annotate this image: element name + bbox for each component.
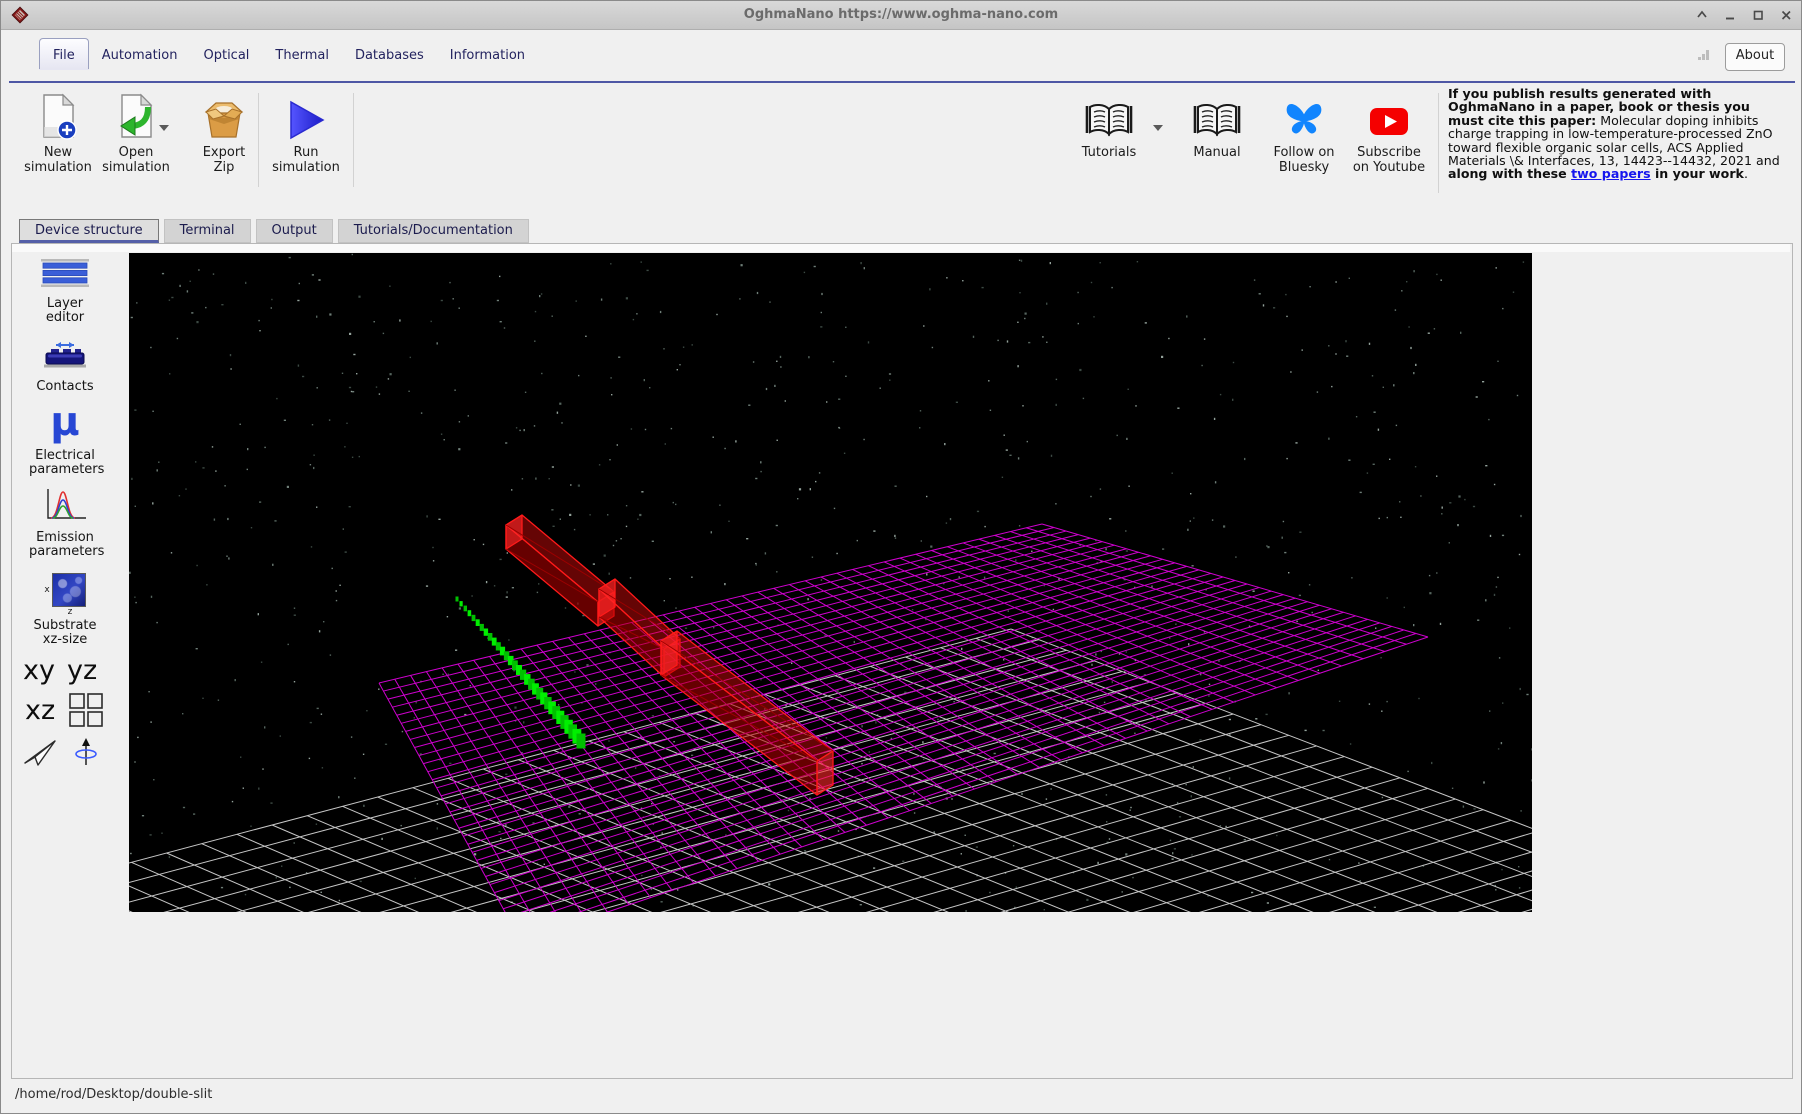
view-xz-button[interactable]: xz bbox=[25, 695, 55, 726]
new-simulation-button[interactable]: New simulation bbox=[20, 91, 96, 175]
spectrum-peaks-icon bbox=[29, 487, 101, 523]
about-button[interactable]: About bbox=[1725, 43, 1785, 71]
menu-underline bbox=[9, 81, 1795, 83]
menu-tab-automation[interactable]: Automation bbox=[89, 41, 191, 69]
menu-tab-bar: File Automation Optical Thermal Database… bbox=[39, 38, 538, 83]
menu-tab-file[interactable]: File bbox=[39, 38, 89, 69]
open-simulation-dropdown-icon[interactable] bbox=[159, 125, 169, 131]
package-box-icon bbox=[186, 91, 262, 141]
open-simulation-button[interactable]: Open simulation bbox=[98, 91, 174, 175]
view-tab-bar: Device structure Terminal Output Tutoria… bbox=[19, 217, 529, 243]
current-path: /home/rod/Desktop/double-slit bbox=[15, 1087, 213, 1102]
view-xy-button[interactable]: xy bbox=[23, 655, 55, 686]
mu-icon: μ bbox=[50, 399, 80, 445]
menu-tab-information[interactable]: Information bbox=[437, 41, 538, 69]
menu-tab-thermal[interactable]: Thermal bbox=[262, 41, 342, 69]
toolbar: New simulation Open simulation Export Zi… bbox=[1, 85, 1801, 199]
sidebar-item-emission-parameters[interactable]: Emission parameters bbox=[29, 487, 104, 559]
maximize-button[interactable] bbox=[1751, 8, 1765, 22]
3d-viewport[interactable] bbox=[129, 253, 1532, 912]
camera-view-buttons: xy yz bbox=[23, 655, 97, 686]
minimize-button[interactable] bbox=[1723, 8, 1737, 22]
tab-output[interactable]: Output bbox=[255, 219, 333, 243]
sidebar-item-layer-editor[interactable]: Layer editor bbox=[29, 259, 101, 325]
export-zip-button[interactable]: Export Zip bbox=[186, 91, 262, 175]
rotate-axis-icon[interactable] bbox=[73, 737, 99, 767]
contacts-brick-icon bbox=[29, 341, 101, 371]
sidebar-item-contacts[interactable]: Contacts bbox=[29, 341, 101, 394]
tab-tutorials-documentation[interactable]: Tutorials/Documentation bbox=[337, 219, 529, 243]
tutorials-button[interactable]: Tutorials bbox=[1071, 91, 1147, 160]
substrate-x-axis-label: x bbox=[44, 585, 50, 595]
menu-tab-optical[interactable]: Optical bbox=[190, 41, 262, 69]
substrate-image-icon bbox=[51, 573, 86, 607]
sidebar-item-electrical-parameters[interactable]: μ Electrical parameters bbox=[29, 399, 104, 477]
menu-tab-databases[interactable]: Databases bbox=[342, 41, 437, 69]
citation-text: If you publish results generated with Og… bbox=[1448, 86, 1780, 182]
substrate-z-axis-label: z bbox=[67, 607, 73, 617]
shade-window-button[interactable] bbox=[1695, 8, 1709, 22]
manual-button[interactable]: Manual bbox=[1179, 91, 1255, 160]
tutorials-dropdown-icon[interactable] bbox=[1153, 125, 1163, 131]
paper-plane-icon[interactable] bbox=[23, 737, 57, 767]
status-bar: /home/rod/Desktop/double-slit bbox=[15, 1087, 212, 1102]
window-title: OghmaNano https://www.oghma-nano.com bbox=[743, 7, 1059, 22]
close-button[interactable] bbox=[1779, 8, 1793, 22]
titlebar[interactable]: OghmaNano https://www.oghma-nano.com bbox=[1, 1, 1801, 30]
subscribe-youtube-button[interactable]: Subscribe on Youtube bbox=[1351, 91, 1427, 175]
open-book-icon bbox=[1071, 91, 1147, 141]
resize-grip-icon bbox=[1697, 49, 1710, 61]
grid-2x2-icon[interactable] bbox=[69, 693, 103, 727]
new-document-icon bbox=[20, 91, 96, 141]
sidebar-item-substrate-xz-size[interactable]: x z Substrate xz-size bbox=[29, 573, 101, 647]
app-window: OghmaNano https://www.oghma-nano.com Fil… bbox=[0, 0, 1802, 1114]
two-papers-link[interactable]: two papers bbox=[1571, 166, 1650, 181]
run-simulation-button[interactable]: Run simulation bbox=[268, 91, 344, 175]
bluesky-butterfly-icon bbox=[1266, 91, 1342, 141]
follow-bluesky-button[interactable]: Follow on Bluesky bbox=[1266, 91, 1342, 175]
layers-icon bbox=[29, 259, 101, 287]
open-book-icon bbox=[1179, 91, 1255, 141]
tab-terminal[interactable]: Terminal bbox=[163, 219, 251, 243]
youtube-icon bbox=[1351, 91, 1427, 141]
tab-device-structure[interactable]: Device structure bbox=[19, 219, 159, 243]
play-icon bbox=[268, 91, 344, 141]
view-yz-button[interactable]: yz bbox=[67, 655, 97, 686]
open-document-icon bbox=[98, 91, 174, 141]
